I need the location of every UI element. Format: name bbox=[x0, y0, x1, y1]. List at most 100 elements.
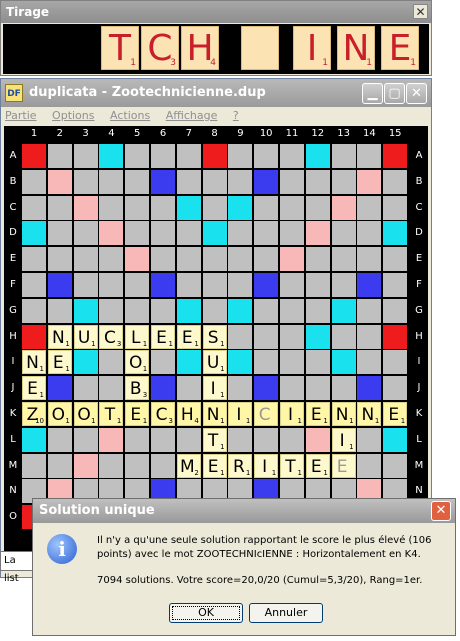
board-cell[interactable] bbox=[22, 144, 46, 168]
board-cell[interactable] bbox=[305, 298, 330, 323]
board-cell[interactable] bbox=[202, 169, 227, 194]
board-cell[interactable] bbox=[47, 195, 72, 220]
board-cell[interactable] bbox=[22, 273, 46, 297]
board-cell[interactable] bbox=[357, 453, 382, 478]
board-cell[interactable] bbox=[151, 247, 175, 272]
board-cell[interactable] bbox=[176, 144, 201, 168]
board-cell[interactable] bbox=[125, 273, 150, 297]
board-cell[interactable] bbox=[47, 221, 72, 246]
board-cell[interactable] bbox=[47, 427, 72, 452]
board-cell[interactable] bbox=[280, 144, 304, 168]
rack-tile[interactable]: E1 bbox=[381, 26, 419, 70]
menu-options[interactable]: Options bbox=[52, 109, 94, 122]
board-cell[interactable] bbox=[125, 195, 150, 220]
board-cell[interactable] bbox=[280, 273, 304, 297]
board-cell[interactable] bbox=[151, 350, 175, 375]
board-cell[interactable] bbox=[99, 169, 124, 194]
board-cell[interactable] bbox=[73, 247, 98, 272]
board-cell[interactable] bbox=[254, 273, 279, 297]
menu-partie[interactable]: Partie bbox=[5, 109, 37, 122]
board-cell[interactable] bbox=[305, 324, 330, 349]
board-cell[interactable] bbox=[254, 376, 279, 401]
board-cell[interactable] bbox=[254, 324, 279, 349]
board-cell[interactable] bbox=[47, 273, 72, 297]
board-cell[interactable] bbox=[73, 427, 98, 452]
board-cell[interactable] bbox=[331, 350, 356, 375]
board-cell[interactable] bbox=[357, 427, 382, 452]
board-cell[interactable] bbox=[383, 453, 408, 478]
board-cell[interactable] bbox=[280, 350, 304, 375]
board-cell[interactable] bbox=[47, 144, 72, 168]
board-cell[interactable] bbox=[357, 376, 382, 401]
board-cell[interactable] bbox=[125, 247, 150, 272]
board-cell[interactable] bbox=[73, 350, 98, 375]
board-cell[interactable] bbox=[99, 350, 124, 375]
rack-tile[interactable] bbox=[241, 26, 279, 70]
board-cell[interactable] bbox=[47, 453, 72, 478]
board-cell[interactable] bbox=[357, 221, 382, 246]
board-cell[interactable] bbox=[305, 350, 330, 375]
board-cell[interactable] bbox=[254, 221, 279, 246]
board-cell[interactable] bbox=[22, 195, 46, 220]
board-cell[interactable] bbox=[228, 427, 253, 452]
menu-help[interactable]: ? bbox=[233, 109, 239, 122]
board-cell[interactable] bbox=[305, 247, 330, 272]
board-cell[interactable] bbox=[305, 144, 330, 168]
board-cell[interactable] bbox=[176, 350, 201, 375]
board-cell[interactable] bbox=[73, 169, 98, 194]
board-cell[interactable] bbox=[331, 376, 356, 401]
board-cell[interactable] bbox=[202, 273, 227, 297]
minimize-button[interactable]: ▁ bbox=[362, 83, 383, 104]
board-cell[interactable] bbox=[151, 273, 175, 297]
board-cell[interactable] bbox=[357, 247, 382, 272]
board-cell[interactable] bbox=[280, 324, 304, 349]
board-cell[interactable] bbox=[305, 427, 330, 452]
board-cell[interactable] bbox=[357, 195, 382, 220]
board-cell[interactable] bbox=[383, 169, 408, 194]
maximize-button[interactable]: ▢ bbox=[384, 83, 405, 104]
board-cell[interactable] bbox=[383, 427, 408, 452]
board-cell[interactable] bbox=[228, 195, 253, 220]
board-cell[interactable] bbox=[73, 376, 98, 401]
board-cell[interactable] bbox=[47, 298, 72, 323]
board-cell[interactable] bbox=[22, 247, 46, 272]
board-cell[interactable] bbox=[22, 298, 46, 323]
board-cell[interactable] bbox=[280, 195, 304, 220]
board-cell[interactable] bbox=[22, 221, 46, 246]
rack-tile[interactable]: I1 bbox=[293, 26, 331, 70]
board-cell[interactable] bbox=[125, 453, 150, 478]
board-cell[interactable] bbox=[125, 298, 150, 323]
board-cell[interactable] bbox=[254, 144, 279, 168]
board-cell[interactable] bbox=[357, 169, 382, 194]
board-cell[interactable] bbox=[125, 221, 150, 246]
board-cell[interactable] bbox=[99, 144, 124, 168]
board-cell[interactable] bbox=[383, 247, 408, 272]
board-cell[interactable] bbox=[331, 247, 356, 272]
board-cell[interactable] bbox=[125, 169, 150, 194]
board-cell[interactable] bbox=[383, 376, 408, 401]
board-cell[interactable] bbox=[280, 169, 304, 194]
board-cell[interactable] bbox=[176, 298, 201, 323]
rack-tile[interactable]: N1 bbox=[337, 26, 375, 70]
board-cell[interactable] bbox=[331, 324, 356, 349]
board-cell[interactable] bbox=[47, 247, 72, 272]
board-cell[interactable] bbox=[280, 376, 304, 401]
board-cell[interactable] bbox=[202, 144, 227, 168]
board-cell[interactable] bbox=[228, 376, 253, 401]
dialog-close-button[interactable]: ✕ bbox=[431, 501, 451, 521]
board-cell[interactable] bbox=[228, 169, 253, 194]
board-cell[interactable] bbox=[228, 221, 253, 246]
board-cell[interactable] bbox=[280, 247, 304, 272]
board-cell[interactable] bbox=[305, 273, 330, 297]
board-cell[interactable] bbox=[99, 273, 124, 297]
board-cell[interactable] bbox=[176, 376, 201, 401]
board-cell[interactable] bbox=[357, 324, 382, 349]
board-cell[interactable] bbox=[151, 169, 175, 194]
board-cell[interactable] bbox=[202, 298, 227, 323]
board-cell[interactable] bbox=[151, 144, 175, 168]
board-cell[interactable] bbox=[151, 427, 175, 452]
board-cell[interactable] bbox=[99, 247, 124, 272]
board-cell[interactable] bbox=[357, 144, 382, 168]
board-cell[interactable] bbox=[331, 144, 356, 168]
board-cell[interactable] bbox=[47, 169, 72, 194]
